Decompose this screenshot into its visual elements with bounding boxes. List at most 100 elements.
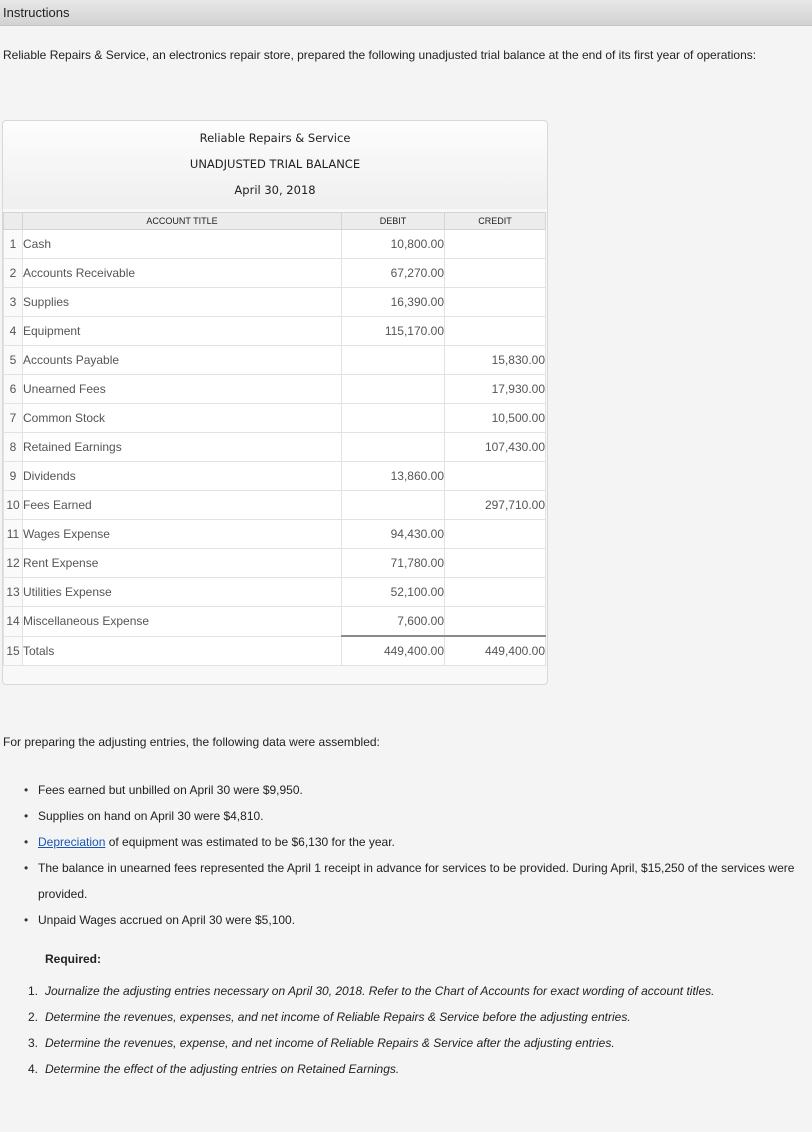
list-item-text: The balance in unearned fees represented… <box>38 861 795 901</box>
table-row: 10 Fees Earned 297,710.00 <box>3 490 546 520</box>
credit-cell: 297,710.00 <box>444 490 546 520</box>
bullet-icon: • <box>24 835 29 849</box>
item-number: 1. <box>28 984 39 998</box>
table-row: 1 Cash 10,800.00 <box>3 229 546 259</box>
list-item: • Supplies on hand on April 30 were $4,81… <box>24 803 803 829</box>
debit-cell: 67,270.00 <box>341 258 445 288</box>
row-number: 10 <box>3 490 23 520</box>
account-title: Accounts Receivable <box>22 258 342 288</box>
account-title: Cash <box>22 229 342 259</box>
table-row: 3 Supplies 16,390.00 <box>3 287 546 317</box>
item-number: 3. <box>28 1036 39 1050</box>
required-item-text: Journalize the adjusting entries necessa… <box>45 984 715 998</box>
debit-cell <box>341 403 445 433</box>
debit-cell: 16,390.00 <box>341 287 445 317</box>
item-number: 2. <box>28 1010 39 1024</box>
credit-cell <box>444 258 546 288</box>
intro-text: Reliable Repairs & Service, an electroni… <box>3 48 757 62</box>
table-row: 8 Retained Earnings 107,430.00 <box>3 432 546 462</box>
credit-header: CREDIT <box>444 212 546 230</box>
account-title: Totals <box>22 635 342 666</box>
debit-cell: 13,860.00 <box>341 461 445 491</box>
debit-cell: 71,780.00 <box>341 548 445 578</box>
list-item: • Unpaid Wages accrued on April 30 were $… <box>24 907 803 933</box>
account-title: Supplies <box>22 287 342 317</box>
row-number: 3 <box>3 287 23 317</box>
trial-balance-header: Reliable Repairs & Service UNADJUSTED TR… <box>3 121 547 209</box>
list-item-text: of equipment was estimated to be $6,130 … <box>105 835 395 849</box>
row-number: 2 <box>3 258 23 288</box>
required-list: 1. Journalize the adjusting entries neces… <box>28 978 788 1082</box>
debit-cell <box>341 432 445 462</box>
credit-total: 449,400.00 <box>444 635 546 666</box>
row-number: 8 <box>3 432 23 462</box>
company-name: Reliable Repairs & Service <box>199 131 351 145</box>
account-title: Utilities Expense <box>22 577 342 607</box>
account-title: Wages Expense <box>22 519 342 549</box>
credit-cell <box>444 287 546 317</box>
list-item: • The balance in unearned fees represente… <box>24 855 803 907</box>
required-item: 3. Determine the revenues, expense, and n… <box>28 1030 788 1056</box>
credit-cell <box>444 316 546 346</box>
credit-cell <box>444 461 546 491</box>
list-item-text: Supplies on hand on April 30 were $4,810… <box>38 809 264 823</box>
bullet-icon: • <box>24 913 29 927</box>
bullet-icon: • <box>24 783 29 797</box>
debit-cell <box>341 374 445 404</box>
row-number: 4 <box>3 316 23 346</box>
credit-cell <box>444 548 546 578</box>
table-row: 9 Dividends 13,860.00 <box>3 461 546 491</box>
item-number: 4. <box>28 1062 39 1076</box>
account-title: Common Stock <box>22 403 342 433</box>
row-number: 5 <box>3 345 23 375</box>
credit-cell: 15,830.00 <box>444 345 546 375</box>
row-number: 12 <box>3 548 23 578</box>
table-row: 7 Common Stock 10,500.00 <box>3 403 546 433</box>
table-row: 11 Wages Expense 94,430.00 <box>3 519 546 549</box>
debit-cell: 52,100.00 <box>341 577 445 607</box>
row-number: 7 <box>3 403 23 433</box>
row-number: 14 <box>3 606 23 637</box>
credit-cell: 10,500.00 <box>444 403 546 433</box>
account-title: Accounts Payable <box>22 345 342 375</box>
debit-cell: 115,170.00 <box>341 316 445 346</box>
bullet-icon: • <box>24 809 29 823</box>
table-row: 2 Accounts Receivable 67,270.00 <box>3 258 546 288</box>
table-row: 14 Miscellaneous Expense 7,600.00 <box>3 606 546 637</box>
table-row: 12 Rent Expense 71,780.00 <box>3 548 546 578</box>
account-title: Retained Earnings <box>22 432 342 462</box>
debit-cell: 10,800.00 <box>341 229 445 259</box>
assembled-data-intro: For preparing the adjusting entries, the… <box>3 735 380 749</box>
table-header-row: ACCOUNT TITLE DEBIT CREDIT <box>3 212 546 230</box>
account-title: Unearned Fees <box>22 374 342 404</box>
required-item-text: Determine the revenues, expenses, and ne… <box>45 1010 631 1024</box>
credit-cell: 17,930.00 <box>444 374 546 404</box>
instructions-header: Instructions <box>0 0 812 26</box>
credit-cell <box>444 229 546 259</box>
row-number: 9 <box>3 461 23 491</box>
credit-cell <box>444 519 546 549</box>
table-row: 6 Unearned Fees 17,930.00 <box>3 374 546 404</box>
account-title: Fees Earned <box>22 490 342 520</box>
debit-header: DEBIT <box>341 212 445 230</box>
table-row: 4 Equipment 115,170.00 <box>3 316 546 346</box>
account-title: Miscellaneous Expense <box>22 606 342 637</box>
depreciation-link[interactable]: Depreciation <box>38 835 105 849</box>
account-title: Dividends <box>22 461 342 491</box>
row-number: 1 <box>3 229 23 259</box>
statement-title: UNADJUSTED TRIAL BALANCE <box>189 157 361 171</box>
header-title: Instructions <box>3 5 70 20</box>
adjustment-data-list: • Fees earned but unbilled on April 30 we… <box>24 777 803 933</box>
list-item: • Fees earned but unbilled on April 30 we… <box>24 777 803 803</box>
required-item: 2. Determine the revenues, expenses, and … <box>28 1004 788 1030</box>
required-item: 1. Journalize the adjusting entries neces… <box>28 978 788 1004</box>
bullet-icon: • <box>24 861 29 875</box>
row-number: 11 <box>3 519 23 549</box>
row-number-header <box>3 212 23 230</box>
required-heading: Required: <box>45 952 102 966</box>
debit-cell <box>341 345 445 375</box>
required-item-text: Determine the effect of the adjusting en… <box>45 1062 400 1076</box>
statement-date: April 30, 2018 <box>234 183 316 197</box>
debit-cell: 94,430.00 <box>341 519 445 549</box>
credit-cell <box>444 606 546 637</box>
